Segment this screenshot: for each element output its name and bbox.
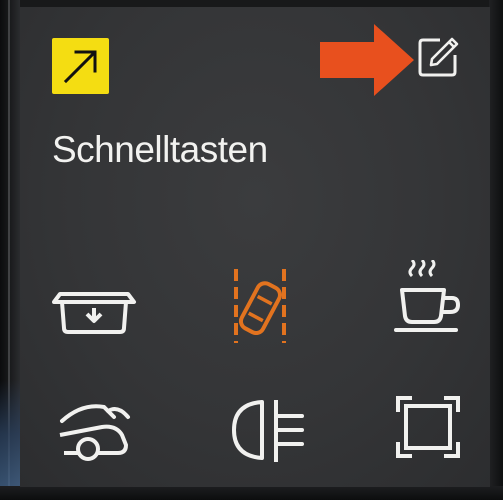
annotation-arrow [320,24,414,96]
expand-button[interactable] [52,38,109,94]
fullscreen-frame-icon [396,396,460,458]
shortcut-coffee-break[interactable] [388,260,478,350]
photo-frame: Schnelltasten [0,0,503,500]
shortcut-trunk-lid[interactable] [52,395,142,485]
shortcut-fullscreen[interactable] [390,390,480,480]
arrow-up-right-icon [63,50,97,84]
shortcut-lane-keeping-assist[interactable] [210,263,300,353]
rear-fog-light-icon [232,400,304,462]
tailgate-open-icon [52,292,136,334]
bezel-bottom [0,486,503,500]
shortcut-rear-fog-light[interactable] [222,392,312,482]
bezel-right [489,0,503,500]
edit-pencil-icon [418,37,459,77]
shortcut-tailgate-open[interactable] [50,268,140,358]
trunk-lid-icon [59,404,130,461]
edit-button[interactable] [414,33,462,81]
bezel-left-reflection [0,380,20,500]
coffee-break-icon [394,260,461,332]
panel-title: Schnelltasten [52,129,268,170]
lane-keeping-assist-icon [234,269,286,343]
